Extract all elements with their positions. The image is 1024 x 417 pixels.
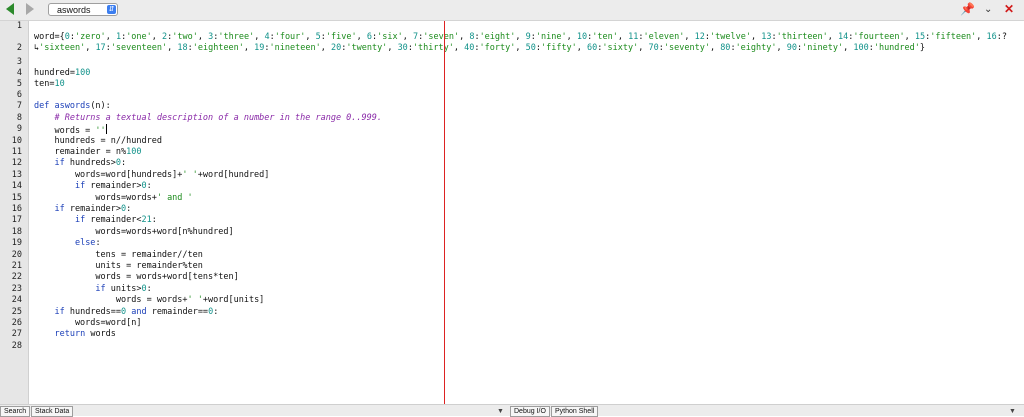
code-line: if hundreds==0 and remainder==0: xyxy=(54,307,219,317)
line-number: 20 xyxy=(11,250,22,260)
code-line: if hundreds>0: xyxy=(54,158,127,168)
code-line: if remainder>0: xyxy=(74,181,152,191)
code-line: if remainder>0: xyxy=(54,204,132,214)
code-line: ten=10 xyxy=(34,79,65,89)
line-number: 1 xyxy=(16,21,22,31)
code-line: words=word[n] xyxy=(34,318,142,328)
forward-arrow-icon[interactable] xyxy=(26,3,34,15)
code-line: if remainder<21: xyxy=(74,215,157,225)
code-line: words = words+word[tens*ten] xyxy=(34,272,239,282)
line-number: 10 xyxy=(11,136,22,146)
bottom-panel-tabs: Search Stack Data ▼ Debug I/O Python She… xyxy=(0,404,1024,417)
tab-stack-data[interactable]: Stack Data xyxy=(31,406,74,417)
code-line: remainder = n%100 xyxy=(34,147,142,157)
tab-python-shell[interactable]: Python Shell xyxy=(551,406,599,417)
line-number: 4 xyxy=(16,68,22,78)
code-line: words=word[hundreds]+' '+word[hundred] xyxy=(34,170,270,180)
code-line: words = words+' '+word[units] xyxy=(34,295,265,305)
line-number: 17 xyxy=(11,215,22,225)
code-line: ↳'sixteen', 17:'seventeen', 18:'eighteen… xyxy=(34,43,926,53)
line-number: 18 xyxy=(11,227,22,237)
code-line: def aswords(n): xyxy=(34,101,111,111)
line-number: 27 xyxy=(11,329,22,339)
code-editor[interactable]: word={0:'zero', 1:'one', 2:'two', 3:'thr… xyxy=(34,0,1019,404)
code-line: # Returns a textual description of a num… xyxy=(54,113,382,123)
line-number: 8 xyxy=(16,113,22,123)
code-line: hundreds = n//hundred xyxy=(34,136,162,146)
line-number: 26 xyxy=(11,318,22,328)
code-line: units = remainder%ten xyxy=(34,261,203,271)
line-number: 25 xyxy=(11,307,22,317)
line-number: 23 xyxy=(11,284,22,294)
line-number: 6 xyxy=(16,90,22,100)
line-number: 2 xyxy=(16,43,22,53)
line-number: 24 xyxy=(11,295,22,305)
text-cursor xyxy=(105,124,107,134)
code-line: return words xyxy=(54,329,116,339)
line-number: 14 xyxy=(11,181,22,191)
line-number: 15 xyxy=(11,193,22,203)
line-number-gutter: 1 2 3 4 5 6 7 8 9 10 11 12 13 14 15 16 17 18 19 20 21 22 23 24 2… xyxy=(0,21,29,404)
line-number: 21 xyxy=(11,261,22,271)
line-number: 16 xyxy=(11,204,22,214)
line-number: 19 xyxy=(11,238,22,248)
line-number: 9 xyxy=(16,124,22,134)
code-line: else: xyxy=(74,238,101,248)
line-number: 12 xyxy=(11,158,22,168)
line-number: 5 xyxy=(16,79,22,89)
code-line: word={0:'zero', 1:'one', 2:'two', 3:'thr… xyxy=(34,32,1008,42)
code-line: words=words+' and ' xyxy=(34,193,193,203)
line-number: 28 xyxy=(11,341,22,351)
code-line: words=words+word[n%hundred] xyxy=(34,227,234,237)
code-line: if units>0: xyxy=(95,284,152,294)
code-line: hundred=100 xyxy=(34,68,91,78)
line-number: 11 xyxy=(11,147,22,157)
tab-search[interactable]: Search xyxy=(0,406,31,417)
line-number: 22 xyxy=(11,272,22,282)
code-line: tens = remainder//ten xyxy=(34,250,203,260)
line-number: 7 xyxy=(16,101,22,111)
line-number: 13 xyxy=(11,170,22,180)
right-margin-guide xyxy=(444,21,445,404)
back-arrow-icon[interactable] xyxy=(6,3,14,15)
line-number: 3 xyxy=(16,57,22,67)
tab-debug-io[interactable]: Debug I/O xyxy=(510,406,550,417)
